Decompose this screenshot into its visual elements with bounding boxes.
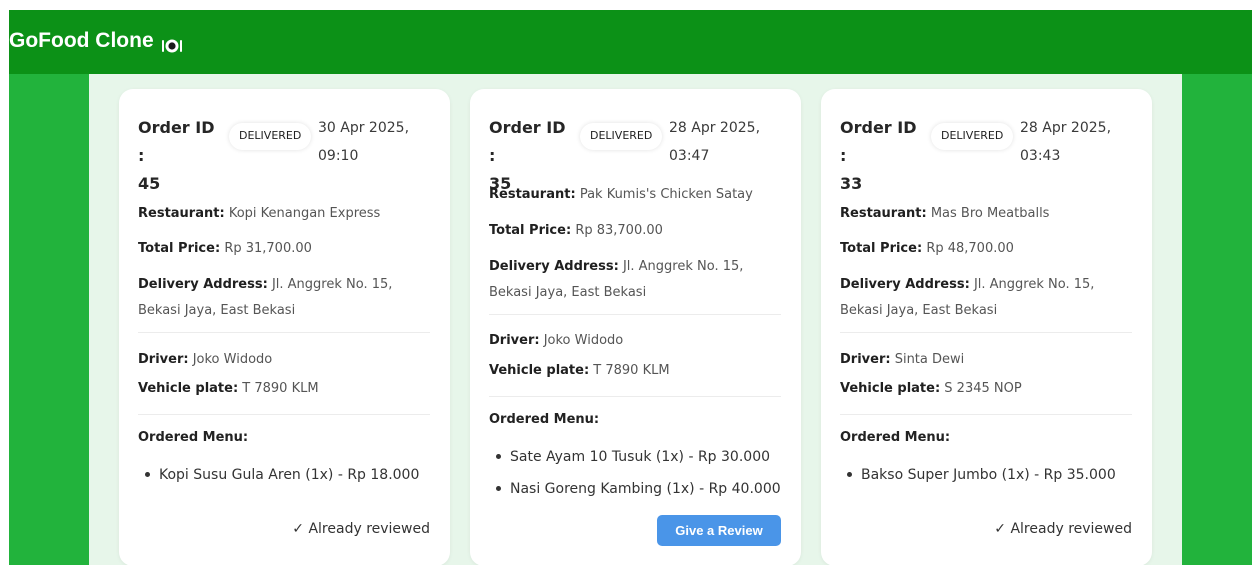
delivery-address-row: Delivery Address: Jl. Anggrek No. 15, Be… (489, 254, 779, 306)
vehicle-plate-label: Vehicle plate: (489, 363, 590, 378)
menu-item-text: Kopi Susu Gula Aren (1x) - Rp 18.000 (159, 467, 420, 483)
vehicle-plate-label: Vehicle plate: (840, 381, 941, 396)
divider (489, 396, 781, 397)
delivery-address-row: Delivery Address: Jl. Anggrek No. 15, Be… (138, 272, 428, 324)
bullet-icon (847, 471, 852, 477)
ordered-menu-list: Bakso Super Jumbo (1x) - Rp 35.000 (840, 465, 1140, 497)
driver-value: Joko Widodo (543, 333, 624, 348)
driver-row: Driver: Sinta Dewi (840, 347, 1130, 373)
order-id: Order ID : 33 (840, 114, 926, 198)
vehicle-plate-row: Vehicle plate: T 7890 KLM (489, 358, 779, 384)
vehicle-plate-value: S 2345 NOP (944, 381, 1022, 396)
give-review-button[interactable]: Give a Review (657, 515, 781, 546)
status-badge: DELIVERED (229, 123, 312, 150)
already-reviewed-status: ✓ Already reviewed (292, 521, 430, 537)
brand-logo[interactable]: GoFood Clone (9, 26, 183, 56)
total-price-value: Rp 48,700.00 (926, 241, 1014, 256)
order-card-header: Order ID : 45 DELIVERED 30 Apr 2025, 09:… (138, 114, 438, 193)
brand-title: GoFood Clone (9, 29, 154, 52)
status-badge: DELIVERED (580, 123, 663, 150)
order-id-value: 45 (138, 174, 161, 193)
total-price-row: Total Price: Rp 83,700.00 (489, 218, 779, 244)
order-id-label: Order ID : (138, 118, 215, 165)
order-date: 28 Apr 2025, 03:47 (669, 120, 761, 164)
order-card: Order ID : 35 DELIVERED 28 Apr 2025, 03:… (470, 89, 801, 565)
navbar: GoFood Clone (9, 10, 1252, 74)
driver-row: Driver: Joko Widodo (138, 347, 428, 373)
orders-content: Order ID : 45 DELIVERED 30 Apr 2025, 09:… (89, 74, 1182, 565)
total-price-label: Total Price: (138, 241, 221, 256)
menu-item-text: Sate Ayam 10 Tusuk (1x) - Rp 30.000 (510, 449, 771, 465)
vehicle-plate-row: Vehicle plate: S 2345 NOP (840, 376, 1130, 402)
page: GoFood Clone Order ID : 45 DELIVERED 30 … (0, 0, 1252, 565)
bullet-icon (145, 471, 150, 477)
divider (840, 414, 1132, 415)
vehicle-plate-label: Vehicle plate: (138, 381, 239, 396)
delivery-address-label: Delivery Address: (489, 259, 619, 274)
order-date: 30 Apr 2025, 09:10 (318, 120, 410, 164)
restaurant-label: Restaurant: (138, 206, 225, 221)
plate-cutlery-icon (161, 33, 183, 53)
total-price-row: Total Price: Rp 31,700.00 (138, 236, 428, 262)
order-card: Order ID : 33 DELIVERED 28 Apr 2025, 03:… (821, 89, 1152, 565)
delivery-address-label: Delivery Address: (138, 277, 268, 292)
divider (138, 332, 430, 333)
list-item: Bakso Super Jumbo (1x) - Rp 35.000 (840, 465, 1140, 497)
restaurant-value: Mas Bro Meatballs (930, 206, 1050, 221)
status-badge: DELIVERED (931, 123, 1014, 150)
order-id-label: Order ID : (489, 118, 566, 165)
restaurant-value: Kopi Kenangan Express (228, 206, 381, 221)
restaurant-value: Pak Kumis's Chicken Satay (579, 187, 753, 202)
vehicle-plate-value: T 7890 KLM (242, 381, 319, 396)
order-id-value: 33 (840, 174, 863, 193)
vehicle-plate-row: Vehicle plate: T 7890 KLM (138, 376, 428, 402)
driver-label: Driver: (840, 352, 891, 367)
ordered-menu-list: Kopi Susu Gula Aren (1x) - Rp 18.000 (138, 465, 438, 497)
divider (138, 414, 430, 415)
driver-value: Joko Widodo (192, 352, 273, 367)
total-price-value: Rp 31,700.00 (224, 241, 312, 256)
bullet-icon (496, 485, 501, 491)
total-price-label: Total Price: (840, 241, 923, 256)
total-price-label: Total Price: (489, 223, 572, 238)
driver-label: Driver: (489, 333, 540, 348)
ordered-menu-title: Ordered Menu: (840, 430, 951, 445)
order-date: 28 Apr 2025, 03:43 (1020, 120, 1112, 164)
already-reviewed-status: ✓ Already reviewed (994, 521, 1132, 537)
ordered-menu-title: Ordered Menu: (489, 412, 600, 427)
restaurant-row: Restaurant: Mas Bro Meatballs (840, 201, 1130, 227)
order-id: Order ID : 45 (138, 114, 224, 198)
list-item: Nasi Goreng Kambing (1x) - Rp 40.000 (489, 479, 789, 511)
restaurant-label: Restaurant: (489, 187, 576, 202)
order-card: Order ID : 45 DELIVERED 30 Apr 2025, 09:… (119, 89, 450, 565)
divider (840, 332, 1132, 333)
list-item: Sate Ayam 10 Tusuk (1x) - Rp 30.000 (489, 447, 789, 479)
bullet-icon (496, 453, 501, 459)
restaurant-row: Restaurant: Kopi Kenangan Express (138, 201, 428, 227)
vehicle-plate-value: T 7890 KLM (593, 363, 670, 378)
app-shell: GoFood Clone Order ID : 45 DELIVERED 30 … (9, 10, 1252, 565)
driver-value: Sinta Dewi (894, 352, 965, 367)
total-price-row: Total Price: Rp 48,700.00 (840, 236, 1130, 262)
order-card-header: Order ID : 33 DELIVERED 28 Apr 2025, 03:… (840, 114, 1140, 193)
menu-item-text: Nasi Goreng Kambing (1x) - Rp 40.000 (510, 481, 781, 497)
menu-item-text: Bakso Super Jumbo (1x) - Rp 35.000 (861, 467, 1116, 483)
delivery-address-label: Delivery Address: (840, 277, 970, 292)
order-card-header: Order ID : 35 DELIVERED 28 Apr 2025, 03:… (489, 114, 789, 193)
restaurant-label: Restaurant: (840, 206, 927, 221)
total-price-value: Rp 83,700.00 (575, 223, 663, 238)
ordered-menu-list: Sate Ayam 10 Tusuk (1x) - Rp 30.000 Nasi… (489, 447, 789, 511)
list-item: Kopi Susu Gula Aren (1x) - Rp 18.000 (138, 465, 438, 497)
divider (489, 314, 781, 315)
driver-label: Driver: (138, 352, 189, 367)
ordered-menu-title: Ordered Menu: (138, 430, 249, 445)
delivery-address-row: Delivery Address: Jl. Anggrek No. 15, Be… (840, 272, 1130, 324)
restaurant-row: Restaurant: Pak Kumis's Chicken Satay (489, 182, 779, 208)
order-id-label: Order ID : (840, 118, 917, 165)
driver-row: Driver: Joko Widodo (489, 328, 779, 354)
